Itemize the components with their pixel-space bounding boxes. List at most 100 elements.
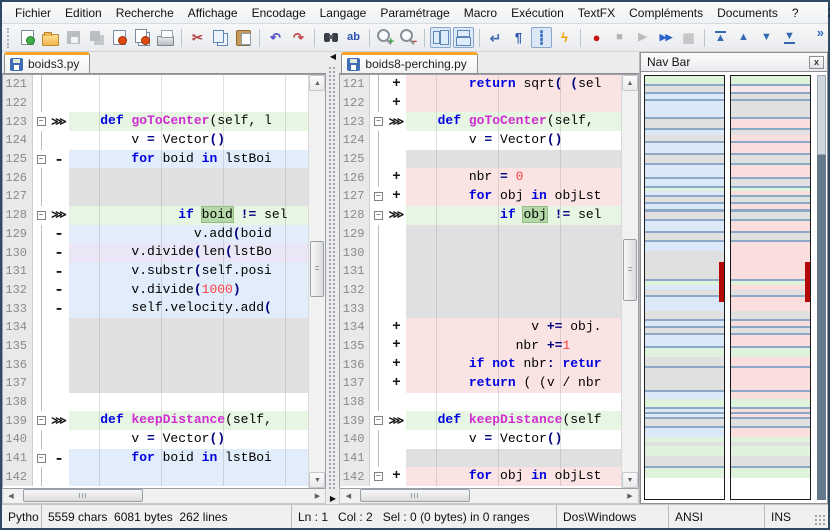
status-insert-mode[interactable]: INS xyxy=(765,505,828,528)
tab-boids8-perching.py[interactable]: boids8-perching.py xyxy=(341,52,477,73)
diff-last-icon[interactable]: ▼ xyxy=(779,27,800,48)
navbar-strip-left[interactable] xyxy=(644,75,725,500)
code-line-136[interactable]: 136 xyxy=(3,355,308,374)
code-line-129[interactable]: 129 xyxy=(340,225,621,244)
find-icon[interactable] xyxy=(320,27,341,48)
code-line-124[interactable]: 124 v = Vector() xyxy=(3,131,308,150)
scroll-left-arrow-icon[interactable]: ◀ xyxy=(3,489,19,503)
code-line-134[interactable]: 134 xyxy=(3,318,308,337)
redo-icon[interactable]: ↷ xyxy=(288,27,309,48)
fold-marker[interactable]: − xyxy=(33,112,49,131)
tab-boids3.py[interactable]: boids3.py xyxy=(4,52,90,73)
undo-icon[interactable]: ↶ xyxy=(265,27,286,48)
code-line-139[interactable]: 139−⋙ def keepDistance(self, xyxy=(3,411,308,430)
code-line-133[interactable]: 133 xyxy=(340,299,621,318)
code-line-126[interactable]: 126+ nbr = 0 xyxy=(340,168,621,187)
code-line-121[interactable]: 121 xyxy=(3,75,308,94)
code-line-141[interactable]: 141 xyxy=(340,449,621,468)
code-line-140[interactable]: 140 v = Vector() xyxy=(3,430,308,449)
fold-marker[interactable]: − xyxy=(33,206,49,225)
code-line-138[interactable]: 138 xyxy=(340,393,621,412)
fold-marker[interactable]: − xyxy=(33,449,49,468)
code-line-127[interactable]: 127−+ for obj in objLst xyxy=(340,187,621,206)
code-line-139[interactable]: 139−⋙ def keepDistance(self xyxy=(340,411,621,430)
menu-fichier[interactable]: Fichier xyxy=(8,4,58,22)
menu-textfx[interactable]: TextFX xyxy=(571,4,622,22)
scroll-right-arrow-icon[interactable]: ▶ xyxy=(309,489,325,503)
fold-marker[interactable]: − xyxy=(370,112,386,131)
code-line-130[interactable]: 130▬ v.divide(len(lstBo xyxy=(3,243,308,262)
code-line-123[interactable]: 123−⋙ def goToCenter(self, xyxy=(340,112,621,131)
splitter-left-arrow-icon[interactable]: ◀ xyxy=(330,52,336,62)
replace-icon[interactable]: ab xyxy=(343,27,364,48)
scroll-up-arrow-icon[interactable]: ▲ xyxy=(622,75,638,91)
horizontal-scroll-thumb[interactable] xyxy=(23,489,143,502)
code-line-134[interactable]: 134+ v += obj. xyxy=(340,318,621,337)
code-line-140[interactable]: 140 v = Vector() xyxy=(340,430,621,449)
resize-grip[interactable] xyxy=(814,514,826,526)
code-line-137[interactable]: 137+ return ( (v / nbr xyxy=(340,374,621,393)
scroll-up-arrow-icon[interactable]: ▲ xyxy=(309,75,325,91)
code-line-124[interactable]: 124 v = Vector() xyxy=(340,131,621,150)
navbar-close-button[interactable]: x xyxy=(809,56,824,69)
function-shortcut-icon[interactable]: ϟ xyxy=(554,27,575,48)
vertical-scrollbar[interactable]: ▲▼ xyxy=(621,75,638,488)
code-line-127[interactable]: 127 xyxy=(3,187,308,206)
code-line-142[interactable]: 142 xyxy=(3,467,308,486)
horizontal-scrollbar[interactable]: ◀▶ xyxy=(339,488,639,504)
open-folder-icon[interactable] xyxy=(40,27,61,48)
vertical-scroll-thumb[interactable] xyxy=(310,241,324,297)
code-area[interactable]: 121122123−⋙ def goToCenter(self, l124 v … xyxy=(3,75,308,488)
new-file-icon[interactable] xyxy=(17,27,38,48)
horizontal-scroll-track[interactable] xyxy=(356,489,622,503)
code-line-137[interactable]: 137 xyxy=(3,374,308,393)
vertical-scroll-thumb[interactable] xyxy=(623,239,637,301)
code-line-129[interactable]: 129▬ v.add(boid xyxy=(3,225,308,244)
status-encoding[interactable]: ANSI xyxy=(669,505,765,528)
code-line-132[interactable]: 132▬ v.divide(1000) xyxy=(3,281,308,300)
menu-langage[interactable]: Langage xyxy=(313,4,374,22)
code-line-128[interactable]: 128−⋙ if obj != sel xyxy=(340,206,621,225)
menu-affichage[interactable]: Affichage xyxy=(181,4,245,22)
menu-recherche[interactable]: Recherche xyxy=(109,4,181,22)
scroll-left-arrow-icon[interactable]: ◀ xyxy=(340,489,356,503)
code-line-128[interactable]: 128−⋙ if boid != sel xyxy=(3,206,308,225)
code-line-122[interactable]: 122 xyxy=(3,94,308,113)
code-line-122[interactable]: 122+ xyxy=(340,94,621,113)
vertical-scroll-track[interactable] xyxy=(309,91,325,472)
print-icon[interactable] xyxy=(155,27,176,48)
menu-complments[interactable]: Compléments xyxy=(622,4,710,22)
zoom-out-icon[interactable]: − xyxy=(398,27,419,48)
menu-close-button[interactable]: X xyxy=(820,4,830,22)
status-eol-format[interactable]: Dos\Windows xyxy=(557,505,669,528)
code-line-130[interactable]: 130 xyxy=(340,243,621,262)
fold-marker[interactable]: − xyxy=(33,411,49,430)
close-all-icon[interactable] xyxy=(132,27,153,48)
fold-marker[interactable]: − xyxy=(370,187,386,206)
menu-documents[interactable]: Documents xyxy=(710,4,785,22)
menu-?[interactable]: ? xyxy=(785,4,806,22)
pane-splitter[interactable]: ◀ ▶ xyxy=(326,52,339,504)
code-line-142[interactable]: 142−+ for obj in objLst xyxy=(340,467,621,486)
vertical-scrollbar[interactable]: ▲▼ xyxy=(308,75,325,488)
sync-v-icon[interactable] xyxy=(430,27,451,48)
word-wrap-icon[interactable]: ↵ xyxy=(485,27,506,48)
macro-record-icon[interactable]: ● xyxy=(586,27,607,48)
code-line-125[interactable]: 125−▬ for boid in lstBoi xyxy=(3,150,308,169)
diff-next-icon[interactable]: ▼ xyxy=(756,27,777,48)
code-line-131[interactable]: 131 xyxy=(340,262,621,281)
menu-edition[interactable]: Edition xyxy=(58,4,109,22)
fold-marker[interactable]: − xyxy=(370,411,386,430)
indent-guide-icon[interactable]: ┋ xyxy=(531,27,552,48)
code-line-133[interactable]: 133▬ self.velocity.add( xyxy=(3,299,308,318)
code-line-126[interactable]: 126 xyxy=(3,168,308,187)
horizontal-scroll-track[interactable] xyxy=(19,489,309,503)
horizontal-scroll-thumb[interactable] xyxy=(360,489,470,502)
scroll-right-arrow-icon[interactable]: ▶ xyxy=(622,489,638,503)
menu-encodage[interactable]: Encodage xyxy=(245,4,313,22)
sync-h-icon[interactable] xyxy=(453,27,474,48)
code-line-123[interactable]: 123−⋙ def goToCenter(self, l xyxy=(3,112,308,131)
code-line-132[interactable]: 132 xyxy=(340,281,621,300)
copy-icon[interactable] xyxy=(210,27,231,48)
macro-run-multi-icon[interactable]: ▶▶ xyxy=(655,27,676,48)
